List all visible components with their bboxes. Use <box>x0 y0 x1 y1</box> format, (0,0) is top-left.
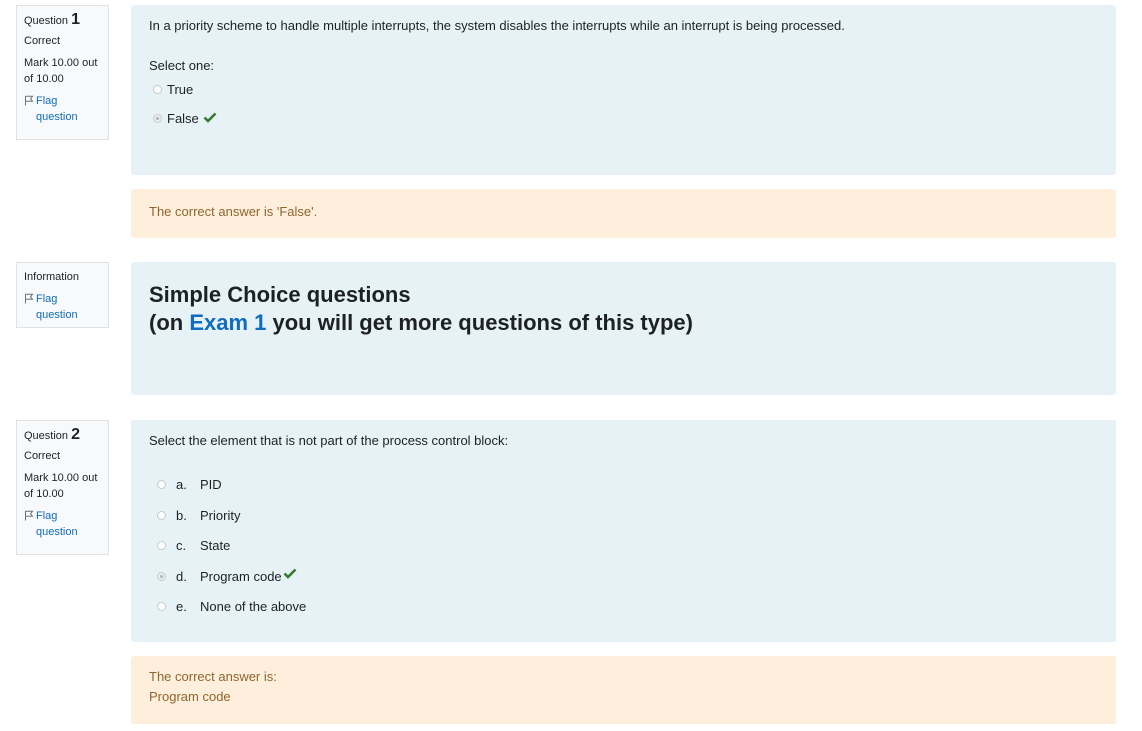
question-state: Correct <box>24 35 61 47</box>
select-one-prompt: Select one: <box>149 58 215 73</box>
answer-radio-selected[interactable] <box>157 572 166 581</box>
flag-icon <box>24 510 36 540</box>
answer-radio-selected[interactable] <box>153 113 162 123</box>
answer-letter: e. <box>176 599 187 614</box>
flag-question-label: Flag question <box>36 510 78 538</box>
answer-radio[interactable] <box>157 511 166 520</box>
question-text: Select the element that is not part of t… <box>149 433 509 448</box>
answer-letter: a. <box>176 477 187 492</box>
answer-label: PID <box>200 477 222 492</box>
question-grade: Mark 10.00 out of 10.00 <box>24 57 98 85</box>
question-grade: Mark 10.00 out of 10.00 <box>24 472 98 500</box>
answer-option-e[interactable]: e. None of the above <box>157 599 306 614</box>
flag-question-label: Flag question <box>36 95 78 123</box>
answer-letter: c. <box>176 538 187 553</box>
question-1-info: Question 1 Correct Mark 10.00 out of 10.… <box>16 5 109 140</box>
exam-link-text: Exam 1 <box>189 310 267 335</box>
answer-radio[interactable] <box>157 602 166 611</box>
question-text: In a priority scheme to handle multiple … <box>149 18 845 33</box>
question-1-formulation: In a priority scheme to handle multiple … <box>131 5 1116 175</box>
question-number: Question 2 <box>24 427 101 444</box>
flag-icon <box>24 293 36 323</box>
heading-post: you will get more questions of this type… <box>266 310 693 335</box>
answer-option-a[interactable]: a. PID <box>157 477 222 492</box>
flag-question-link[interactable]: Flag question <box>24 508 101 540</box>
heading-pre: (on <box>149 310 190 335</box>
answer-label: True <box>167 82 194 97</box>
answer-label: False <box>167 110 199 126</box>
question-number-value: 1 <box>71 11 80 28</box>
answer-label: Priority <box>200 508 241 523</box>
question-1-feedback: The correct answer is 'False'. <box>131 189 1116 238</box>
information-info: Information Flag question <box>16 262 109 328</box>
correct-answer-text: The correct answer is 'False'. <box>149 204 318 219</box>
answer-option-true[interactable]: True <box>153 82 193 97</box>
answer-label: Program code <box>200 569 282 584</box>
flag-question-link[interactable]: Flag question <box>24 291 101 323</box>
answer-radio[interactable] <box>157 480 166 489</box>
answer-option-b[interactable]: b. Priority <box>157 508 240 523</box>
answer-radio[interactable] <box>153 85 162 94</box>
answer-option-false[interactable]: False <box>153 110 217 126</box>
answer-letter: b. <box>176 508 187 523</box>
question-label: Question <box>24 15 69 27</box>
answer-letter: d. <box>176 569 187 584</box>
correct-answer-label: The correct answer is: <box>149 669 277 684</box>
question-2-feedback: The correct answer is: Program code <box>131 656 1116 724</box>
question-label: Question <box>24 430 69 442</box>
information-heading: Simple Choice questions (on Exam 1 you w… <box>149 281 1098 337</box>
answer-option-d[interactable]: d. Program code <box>157 566 297 584</box>
question-state: Correct <box>24 450 61 462</box>
flag-question-label: Flag question <box>36 293 78 321</box>
checkmark-icon <box>203 110 217 126</box>
question-number: Question 1 <box>24 12 101 29</box>
checkmark-icon <box>283 566 297 582</box>
answer-label: State <box>200 538 231 553</box>
question-2-formulation: Select the element that is not part of t… <box>131 420 1116 642</box>
heading-line-2: (on Exam 1 you will get more questions o… <box>149 309 1098 337</box>
flag-question-link[interactable]: Flag question <box>24 93 101 125</box>
information-label: Information <box>24 271 80 283</box>
information-formulation: Simple Choice questions (on Exam 1 you w… <box>131 262 1116 395</box>
question-number-value: 2 <box>71 426 80 443</box>
answer-option-c[interactable]: c. State <box>157 538 230 553</box>
correct-answer-value: Program code <box>149 689 231 704</box>
question-2-info: Question 2 Correct Mark 10.00 out of 10.… <box>16 420 109 555</box>
answer-radio[interactable] <box>157 541 166 550</box>
heading-line-1: Simple Choice questions <box>149 282 411 307</box>
flag-icon <box>24 95 36 125</box>
answer-label: None of the above <box>200 599 307 614</box>
